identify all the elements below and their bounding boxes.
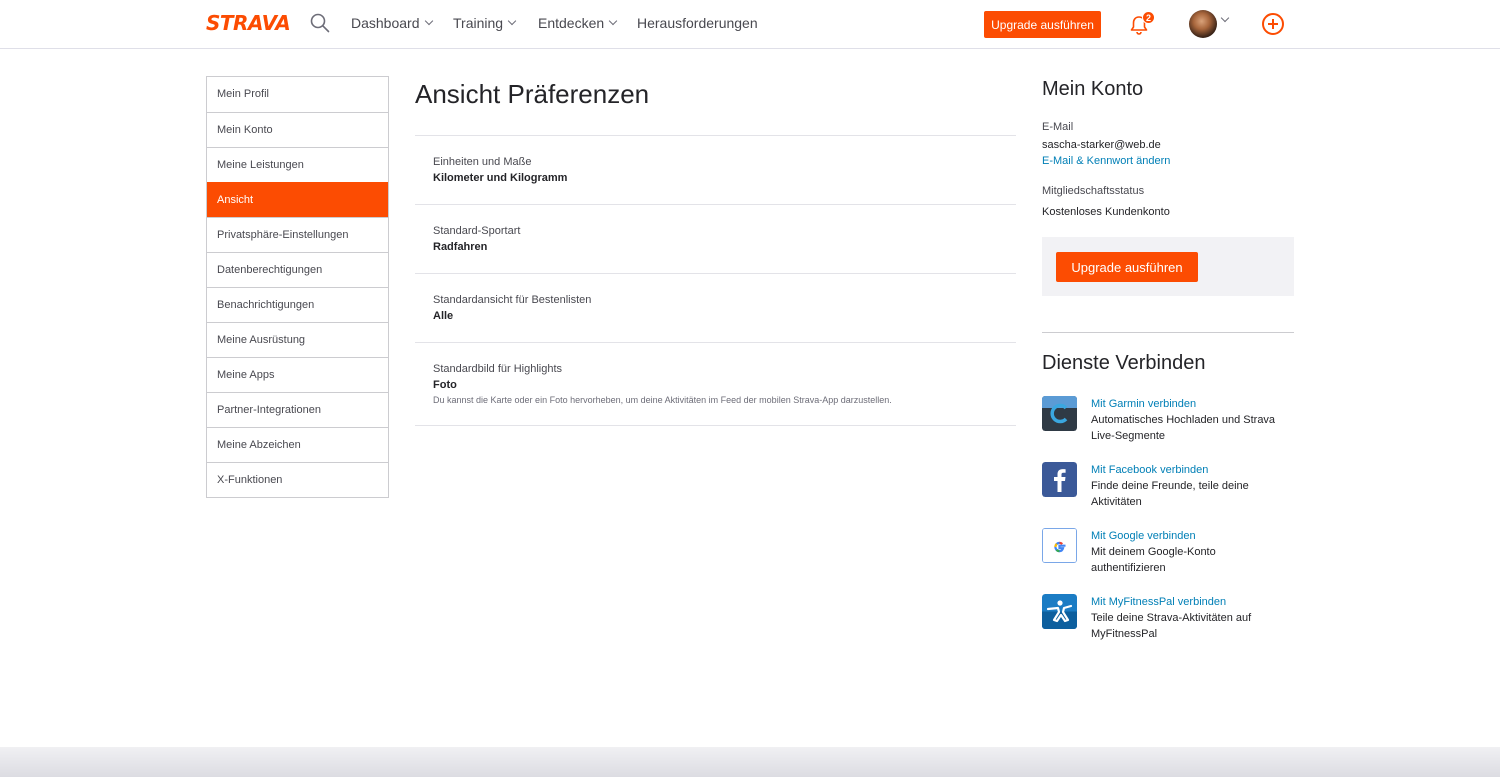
pref-highlight-image[interactable]: Standardbild für Highlights Foto Du kann… [415,343,1016,426]
nav-entdecken-label: Entdecken [538,15,605,31]
pref-label: Standardbild für Highlights [433,363,563,375]
upgrade-panel: Upgrade ausführen [1042,237,1294,296]
sidebar-item-meine-leistungen[interactable]: Meine Leistungen [207,147,388,182]
pref-value: Foto [433,379,457,391]
sidebar-item-datenberechtigungen[interactable]: Datenberechtigungen [207,252,388,287]
pref-value: Radfahren [433,241,488,253]
nav-dashboard[interactable]: Dashboard [351,15,433,31]
pref-label: Einheiten und Maße [433,156,532,168]
nav-entdecken[interactable]: Entdecken [538,15,618,31]
google-icon[interactable] [1042,528,1077,563]
upgrade-button[interactable]: Upgrade ausführen [1056,252,1198,282]
search-icon[interactable] [310,13,330,33]
change-email-password-link[interactable]: E-Mail & Kennwort ändern [1042,155,1170,167]
sidebar-item-meine-ausruestung[interactable]: Meine Ausrüstung [207,322,388,357]
sidebar-item-mein-konto[interactable]: Mein Konto [207,112,388,147]
garmin-icon[interactable] [1042,396,1077,431]
service-text: Mit Garmin verbinden Automatisches Hochl… [1091,396,1291,444]
pref-sport-type[interactable]: Standard-Sportart Radfahren [415,205,1016,274]
page-title: Ansicht Präferenzen [415,79,650,109]
window-bottom-edge [0,747,1500,777]
service-description: Finde deine Freunde, teile deine Aktivit… [1091,480,1249,508]
membership-status-value: Kostenloses Kundenkonto [1042,206,1170,218]
myfitnesspal-icon[interactable] [1042,594,1077,629]
chevron-down-icon [507,16,517,26]
main-content: Ansicht Präferenzen Einheiten und Maße K… [415,76,1016,426]
service-text: Mit Facebook verbinden Finde deine Freun… [1091,462,1291,510]
sidebar-item-benachrichtigungen[interactable]: Benachrichtigungen [207,287,388,322]
chevron-down-icon [608,16,618,26]
pref-leaderboard-view[interactable]: Standardansicht für Bestenlisten Alle [415,274,1016,343]
services-title: Dienste Verbinden [1042,352,1206,374]
plus-circle-icon[interactable] [1262,13,1284,35]
notification-badge: 2 [1142,11,1155,24]
pref-label: Standardansicht für Bestenlisten [433,294,592,306]
settings-sidebar: Mein Profil Mein Konto Meine Leistungen … [206,76,389,498]
avatar[interactable] [1189,10,1217,38]
sidebar-item-mein-profil[interactable]: Mein Profil [207,77,388,112]
sidebar-item-ansicht[interactable]: Ansicht [207,182,388,217]
sidebar-item-privatsphaere[interactable]: Privatsphäre-Einstellungen [207,217,388,252]
email-value: sascha-starker@web.de [1042,139,1161,151]
sidebar-item-x-funktionen[interactable]: X-Funktionen [207,462,388,497]
account-title: Mein Konto [1042,78,1144,100]
nav-training[interactable]: Training [453,15,517,31]
strava-logo[interactable]: STRAVA [206,11,291,35]
nav-herausforderungen-label: Herausforderungen [637,15,758,31]
membership-status-label: Mitgliedschaftsstatus [1042,185,1145,197]
connect-google-link[interactable]: Mit Google verbinden [1091,528,1291,544]
service-text: Mit Google verbinden Mit deinem Google-K… [1091,528,1291,576]
service-description: Automatisches Hochladen und Strava Live-… [1091,414,1276,442]
connect-myfitnesspal-link[interactable]: Mit MyFitnessPal verbinden [1091,594,1291,610]
sidebar-item-partner-integrationen[interactable]: Partner-Integrationen [207,392,388,427]
pref-value: Kilometer und Kilogramm [433,172,568,184]
nav-training-label: Training [453,15,504,31]
service-myfitnesspal: Mit MyFitnessPal verbinden Teile deine S… [1042,594,1294,650]
service-description: Mit deinem Google-Konto authentifizieren [1091,546,1216,574]
pref-hint: Du kannst die Karte oder ein Foto hervor… [433,395,892,405]
service-text: Mit MyFitnessPal verbinden Teile deine S… [1091,594,1291,642]
divider [1042,332,1294,333]
service-facebook: Mit Facebook verbinden Finde deine Freun… [1042,462,1294,518]
nav-herausforderungen[interactable]: Herausforderungen [637,15,758,31]
preferences-list: Einheiten und Maße Kilometer und Kilogra… [415,135,1016,426]
upgrade-button-header[interactable]: Upgrade ausführen [984,11,1101,38]
connect-facebook-link[interactable]: Mit Facebook verbinden [1091,462,1291,478]
nav-dashboard-label: Dashboard [351,15,420,31]
email-label: E-Mail [1042,121,1074,133]
pref-value: Alle [433,310,454,322]
sidebar-item-meine-abzeichen[interactable]: Meine Abzeichen [207,427,388,462]
facebook-icon[interactable] [1042,462,1077,497]
connect-garmin-link[interactable]: Mit Garmin verbinden [1091,396,1291,412]
service-description: Teile deine Strava-Aktivitäten auf MyFit… [1091,612,1252,640]
service-google: Mit Google verbinden Mit deinem Google-K… [1042,528,1294,584]
service-garmin: Mit Garmin verbinden Automatisches Hochl… [1042,396,1294,452]
sidebar-item-meine-apps[interactable]: Meine Apps [207,357,388,392]
pref-label: Standard-Sportart [433,225,521,237]
chevron-down-icon [424,16,433,26]
top-navigation: STRAVA Dashboard Training Entdecken Hera… [0,0,1500,49]
chevron-down-icon[interactable] [1220,13,1230,23]
pref-units[interactable]: Einheiten und Maße Kilometer und Kilogra… [415,136,1016,205]
